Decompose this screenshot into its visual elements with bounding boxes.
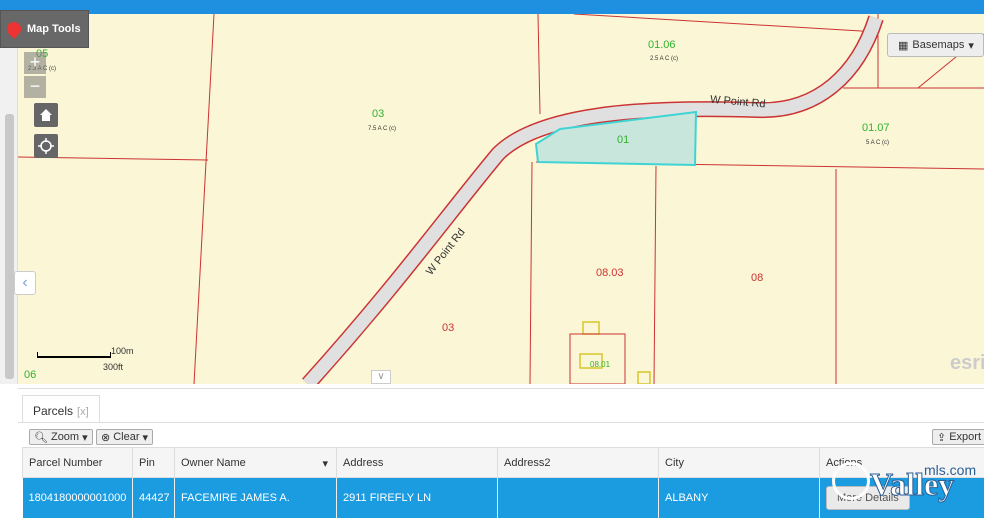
basemaps-dropdown[interactable]: ▦ Basemaps ▾ (887, 33, 984, 57)
address-cell: 2911 FIREFLY LN (337, 478, 498, 518)
grid-icon: ▦ (898, 39, 908, 52)
scale-metric: 100m (111, 346, 134, 356)
export-button[interactable]: ⇪ Export (932, 429, 984, 445)
sort-caret-icon: ▾ (322, 457, 328, 470)
scale-imperial: 300ft (103, 362, 123, 372)
map-pin-icon (4, 19, 24, 39)
pin-cell: 44427 (133, 478, 175, 518)
column-header-sorted[interactable]: Owner Name ▾ (175, 448, 337, 478)
chevron-left-icon: ‹ (22, 274, 27, 291)
parcel-label: 08.03 (596, 267, 624, 279)
chevron-down-icon: ∨ (377, 371, 384, 382)
home-button[interactable] (34, 103, 58, 127)
zoom-in-button[interactable]: + (24, 52, 46, 74)
caret-down-icon: ▾ (143, 431, 149, 444)
scroll-thumb[interactable] (5, 114, 14, 379)
zoom-out-button[interactable]: − (24, 76, 46, 98)
acreage-label: 7.5 A C (c) (368, 126, 396, 132)
parcel-label: 06 (24, 369, 36, 381)
acreage-label: 2.5 A C (c) (650, 56, 678, 62)
column-header[interactable]: City (659, 448, 820, 478)
parcel-label: 01.07 (862, 122, 890, 134)
acreage-label: 5 A C (c) (866, 140, 889, 146)
logo-circle-icon (832, 462, 870, 500)
parcel-label: 01.06 (648, 39, 676, 51)
map-tools-label: Map Tools (27, 23, 81, 35)
clear-icon: ⊗ (101, 431, 110, 444)
map-tools-button[interactable]: Map Tools (0, 10, 89, 48)
locate-button[interactable] (34, 134, 58, 158)
clear-button[interactable]: ⊗ Clear ▾ (96, 429, 153, 445)
side-panel-toggle[interactable]: ‹ (14, 271, 36, 295)
parcel-label: 03 (442, 322, 454, 334)
column-header[interactable]: Address (337, 448, 498, 478)
parcel-label: 03 (372, 108, 384, 120)
watermark-suffix: mls.com (924, 462, 976, 478)
vertical-scrollbar[interactable]: ▲ (0, 14, 18, 384)
esri-attribution: esri (950, 352, 984, 375)
export-icon: ⇪ (937, 431, 946, 444)
close-tab-icon[interactable]: [x] (77, 406, 89, 418)
tab-parcels[interactable]: Parcels [x] (22, 395, 100, 423)
watermark-logo: Valley mls.com (830, 460, 984, 510)
scale-line (37, 356, 111, 358)
caret-down-icon: ▾ (968, 39, 974, 52)
magnifier-icon: 🔍︎ (34, 431, 48, 444)
zoom-button[interactable]: 🔍︎ Zoom ▾ (29, 429, 93, 445)
city-cell: ALBANY (659, 478, 820, 518)
basemaps-label: Basemaps (912, 39, 964, 51)
export-label: Export (949, 431, 981, 443)
parcel-number-cell: 1804180000001000 (23, 478, 133, 518)
bottom-panel-toggle[interactable]: ∨ (371, 370, 391, 384)
parcel-label: 08.01 (590, 360, 610, 369)
caret-down-icon: ▾ (82, 431, 88, 444)
column-header[interactable]: Parcel Number (23, 448, 133, 478)
column-header[interactable]: Pin (133, 448, 175, 478)
clear-label: Clear (113, 431, 139, 443)
zoom-label: Zoom (51, 431, 79, 443)
top-bar (0, 0, 984, 14)
map-view[interactable]: W Point Rd W Point Rd 03 7.5 A C (c) 01.… (18, 14, 984, 384)
parcel-label: 01 (617, 134, 629, 146)
home-icon (38, 107, 54, 123)
address2-cell (498, 478, 659, 518)
parcel-label: 08 (751, 272, 763, 284)
parcel-map (18, 14, 984, 384)
column-header[interactable]: Address2 (498, 448, 659, 478)
owner-name-cell: FACEMIRE JAMES A. (175, 478, 337, 518)
locate-icon (38, 138, 54, 154)
tab-label: Parcels (33, 404, 73, 418)
